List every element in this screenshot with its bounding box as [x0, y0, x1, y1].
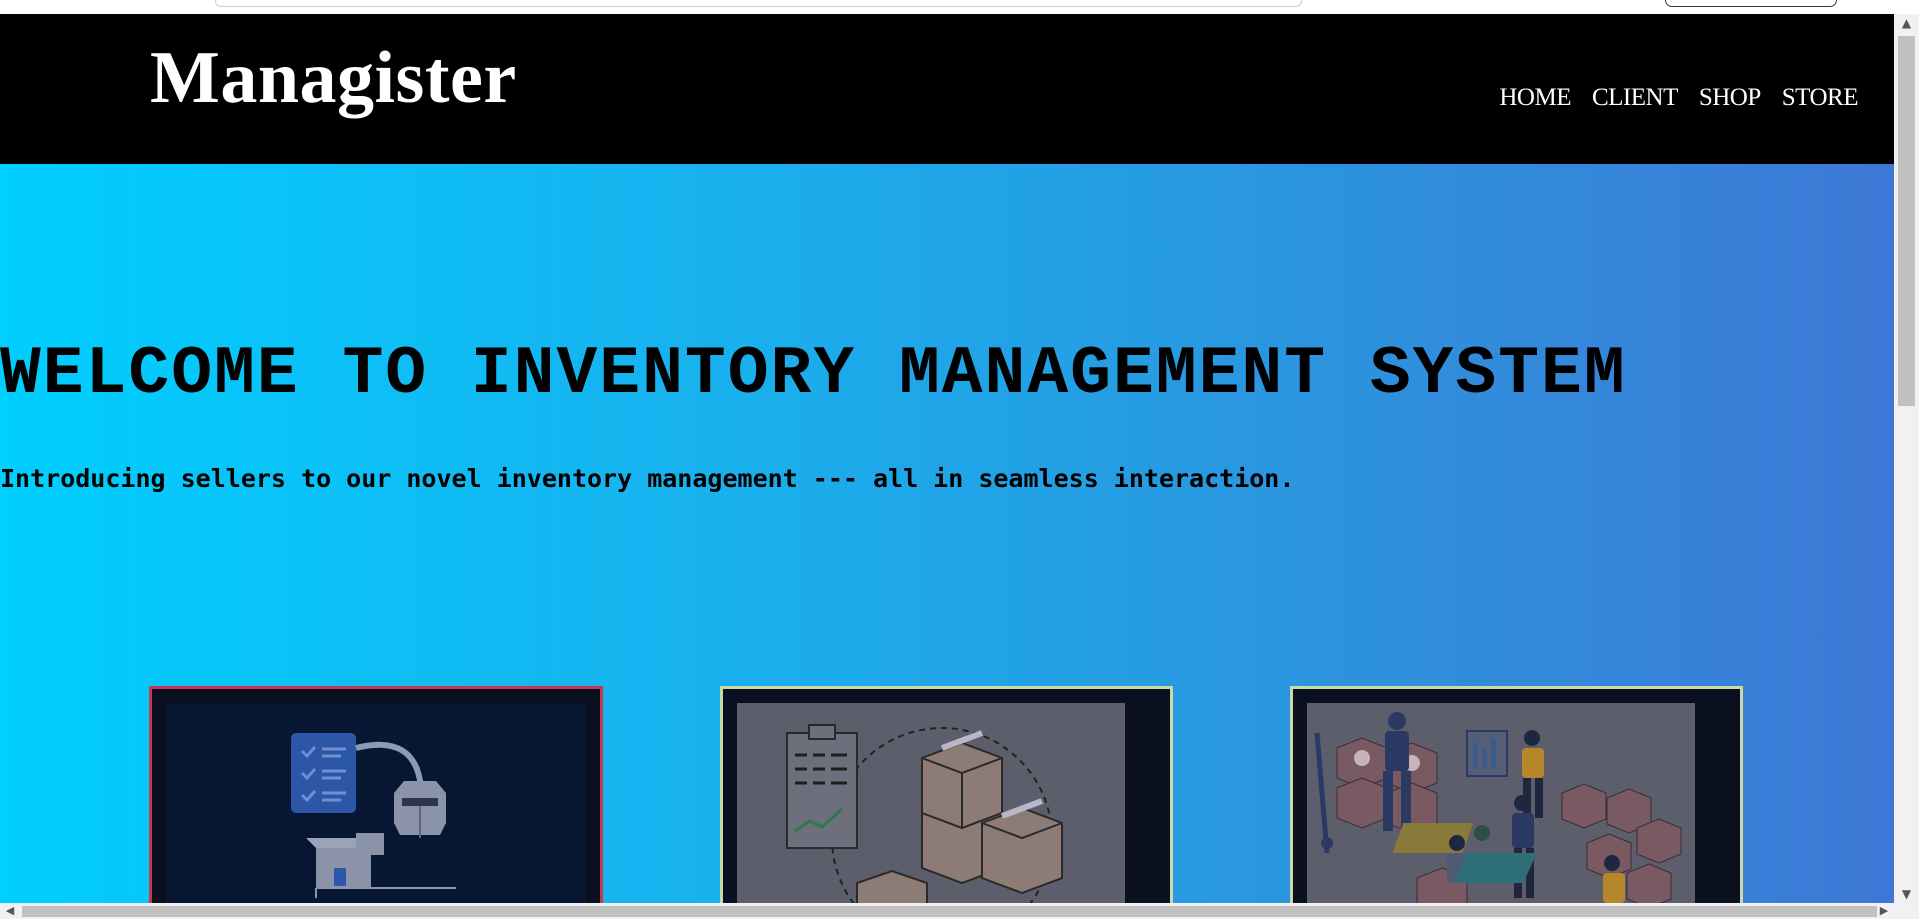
- page-viewport: Managister HOME CLIENT SHOP STORE WELCOM…: [0, 14, 1894, 903]
- browser-top-strip: [0, 0, 1919, 15]
- feature-card-3[interactable]: [1290, 686, 1743, 903]
- vertical-scroll-thumb[interactable]: [1898, 36, 1915, 406]
- site-header: Managister HOME CLIENT SHOP STORE: [0, 14, 1894, 164]
- browser-pill-button[interactable]: [1665, 0, 1837, 7]
- hero-title: WELCOME TO INVENTORY MANAGEMENT SYSTEM: [0, 336, 1627, 413]
- scroll-up-icon[interactable]: ▲: [1900, 16, 1913, 30]
- nav-client[interactable]: CLIENT: [1592, 84, 1678, 112]
- main-nav: HOME CLIENT SHOP STORE: [1499, 84, 1858, 112]
- site-logo[interactable]: Managister: [150, 36, 517, 121]
- horizontal-scrollbar[interactable]: ◀ ▶: [0, 903, 1919, 919]
- nav-shop[interactable]: SHOP: [1699, 84, 1761, 112]
- inventory-checklist-icon: [166, 703, 586, 903]
- warehouse-robot-icon: [1307, 703, 1695, 903]
- vertical-scrollbar[interactable]: ▲ ▼: [1894, 14, 1919, 903]
- nav-home[interactable]: HOME: [1499, 84, 1571, 112]
- hero-section: WELCOME TO INVENTORY MANAGEMENT SYSTEM I…: [0, 164, 1894, 903]
- horizontal-scroll-thumb[interactable]: [22, 906, 1877, 917]
- nav-store[interactable]: STORE: [1782, 84, 1859, 112]
- feature-card-2[interactable]: [720, 686, 1173, 903]
- feature-card-1[interactable]: [149, 686, 603, 903]
- scroll-right-icon[interactable]: ▶: [1876, 903, 1892, 919]
- address-bar[interactable]: [215, 0, 1302, 7]
- scroll-left-icon[interactable]: ◀: [2, 903, 18, 919]
- hero-subtitle: Introducing sellers to our novel invento…: [0, 464, 1295, 493]
- scroll-down-icon[interactable]: ▼: [1900, 887, 1913, 901]
- clipboard-boxes-icon: [737, 703, 1125, 903]
